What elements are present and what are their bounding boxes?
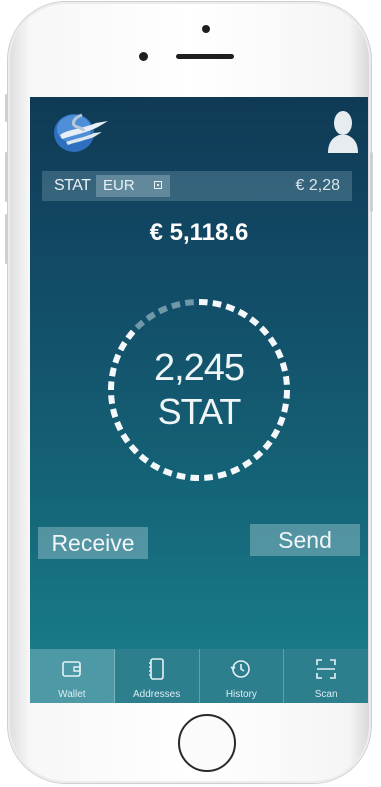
- exchange-rate: € 2,28: [295, 177, 340, 194]
- ring-segment: [204, 473, 214, 481]
- ring-segment: [138, 453, 150, 464]
- ring-segment: [145, 311, 156, 322]
- ring-segment: [120, 433, 131, 444]
- receive-button[interactable]: Receive: [38, 527, 148, 559]
- ring-segment: [134, 319, 146, 330]
- volume-up-button: [5, 152, 8, 202]
- ring-segment: [217, 470, 228, 479]
- send-button[interactable]: Send: [250, 524, 360, 556]
- volume-down-button: [5, 214, 8, 264]
- power-button: [370, 152, 373, 212]
- earpiece-speaker: [176, 54, 234, 59]
- ring-segment: [225, 303, 236, 313]
- tab-addresses[interactable]: Addresses: [115, 649, 200, 703]
- ring-segment: [128, 443, 139, 455]
- ticker-symbol: STAT: [54, 177, 91, 194]
- scan-icon: [316, 659, 336, 679]
- app-screen: STAT EUR v € 2,28 € 5,118.6 2,245 STAT R…: [30, 97, 368, 703]
- profile-icon[interactable]: [326, 109, 360, 153]
- ring-segment: [267, 336, 278, 347]
- front-camera: [139, 52, 148, 61]
- addresses-icon: [148, 658, 164, 680]
- ring-segment: [176, 472, 186, 480]
- tab-wallet[interactable]: Wallet: [30, 649, 115, 703]
- tab-label: Wallet: [58, 689, 86, 700]
- tab-scan[interactable]: Scan: [284, 649, 368, 703]
- tab-label: Addresses: [133, 689, 181, 700]
- ring-segment: [259, 325, 270, 337]
- ring-segment: [230, 465, 241, 475]
- balance-ring: [108, 299, 290, 481]
- dropdown-icon: v: [154, 181, 162, 189]
- currency-select[interactable]: EUR v: [96, 175, 170, 197]
- ring-segment: [248, 316, 260, 327]
- home-button[interactable]: [178, 714, 236, 772]
- tab-bar: Wallet Addresses History Scan: [30, 649, 368, 703]
- history-icon: [230, 660, 251, 678]
- ring-segment: [242, 458, 253, 469]
- ring-segment: [162, 467, 173, 477]
- ring-segment: [149, 461, 161, 472]
- ring-segment: [125, 329, 136, 341]
- side-button: [5, 94, 8, 122]
- stat-logo: [54, 113, 108, 152]
- ring-segment: [237, 308, 249, 319]
- token-balance: 2,245: [153, 347, 245, 389]
- tab-history[interactable]: History: [200, 649, 285, 703]
- tab-label: History: [225, 689, 257, 700]
- ring-segment: [252, 450, 264, 461]
- ring-segment: [262, 439, 273, 451]
- ring-segment: [157, 305, 168, 315]
- ring-segment: [184, 299, 194, 307]
- ring-segment: [170, 301, 181, 310]
- tab-label: Scan: [314, 689, 338, 700]
- ring-segment: [212, 300, 222, 308]
- token-unit: STAT: [157, 391, 242, 432]
- ticker-bar: STAT EUR v € 2,28: [42, 171, 352, 201]
- wallet-icon: [62, 661, 81, 677]
- camera-dot: [202, 25, 210, 33]
- fiat-balance: € 5,118.6: [149, 219, 249, 246]
- currency-value: EUR: [103, 177, 135, 194]
